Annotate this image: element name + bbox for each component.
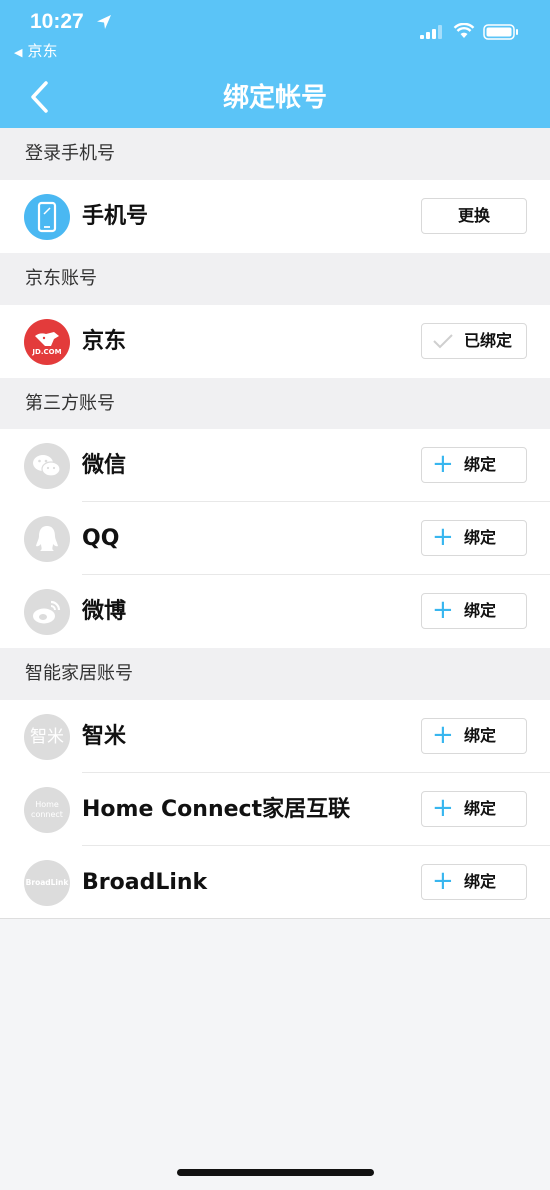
weibo-icon [24,589,70,635]
home-connect-logo-text: Home connect [31,800,63,819]
account-row-zhimi[interactable]: 智米 智米 + 绑定 [0,700,550,773]
phone-icon [24,194,70,240]
broadlink-icon: BroadLink [24,860,70,906]
account-row-broadlink[interactable]: BroadLink BroadLink + 绑定 [0,846,550,919]
wifi-icon [453,23,475,38]
signal-icon [420,25,442,39]
status-icons [420,22,530,42]
broadlink-logo-text: BroadLink [25,878,69,887]
zhimi-logo-text: 智米 [30,727,64,747]
back-triangle-icon: ◀ [14,46,23,59]
jd-logo-icon: JD.COM [24,319,70,365]
section-header-third-party: 第三方账号 [0,378,550,430]
section-header-jd: 京东账号 [0,253,550,305]
plus-icon: + [432,449,454,479]
bind-button-label: 绑定 [464,872,497,891]
account-row-weibo[interactable]: 微博 + 绑定 [0,575,550,648]
home-indicator[interactable] [177,1169,374,1176]
bind-button-label: 绑定 [464,726,497,745]
qq-icon [24,516,70,562]
list-bottom-divider [0,918,550,919]
account-row-home-connect[interactable]: Home connect Home Connect家居互联 + 绑定 [0,773,550,846]
bind-button-broadlink[interactable]: + 绑定 [421,864,527,900]
bind-button-weibo[interactable]: + 绑定 [421,593,527,629]
bind-button-label: 绑定 [464,528,497,547]
plus-icon: + [432,866,454,896]
back-to-app-link[interactable]: ◀ 京东 [14,40,57,61]
account-label-qq: QQ [82,526,120,551]
account-label-phone: 手机号 [82,204,149,229]
bound-button-label: 已绑定 [464,331,513,350]
check-icon [433,334,453,349]
wechat-icon [24,443,70,489]
bind-button-label: 绑定 [464,455,497,474]
back-app-label: 京东 [27,42,58,60]
plus-icon: + [432,793,454,823]
plus-icon: + [432,720,454,750]
page-title: 绑定帐号 [222,83,327,113]
section-header-smart-home: 智能家居账号 [0,648,550,700]
plus-icon: + [432,522,454,552]
account-row-phone[interactable]: 手机号 更换 [0,180,550,253]
account-label-home-connect: Home Connect家居互联 [82,797,351,822]
account-label-wechat: 微信 [82,453,127,478]
account-row-qq[interactable]: QQ + 绑定 [0,502,550,575]
change-button[interactable]: 更换 [421,198,527,234]
account-label-broadlink: BroadLink [82,870,208,895]
account-label-zhimi: 智米 [82,724,127,749]
status-time: 10:27 [30,10,84,33]
account-label-weibo: 微博 [82,599,127,624]
bind-button-zhimi[interactable]: + 绑定 [421,718,527,754]
bound-button[interactable]: 已绑定 [421,323,527,359]
plus-icon: + [432,595,454,625]
header-bar: 10:27 ◀ 京东 绑定帐号 [0,0,550,128]
bind-button-qq[interactable]: + 绑定 [421,520,527,556]
account-row-jd[interactable]: JD.COM 京东 已绑定 [0,305,550,378]
bind-button-label: 绑定 [464,601,497,620]
bind-button-label: 绑定 [464,799,497,818]
home-connect-icon: Home connect [24,787,70,833]
location-arrow-icon [97,15,111,29]
jd-logo-text: JD.COM [32,348,62,356]
account-row-wechat[interactable]: 微信 + 绑定 [0,429,550,502]
bind-button-wechat[interactable]: + 绑定 [421,447,527,483]
bind-button-home-connect[interactable]: + 绑定 [421,791,527,827]
section-header-login-phone: 登录手机号 [0,128,550,180]
zhimi-icon: 智米 [24,714,70,760]
battery-icon [483,24,518,40]
account-label-jd: 京东 [82,329,127,354]
